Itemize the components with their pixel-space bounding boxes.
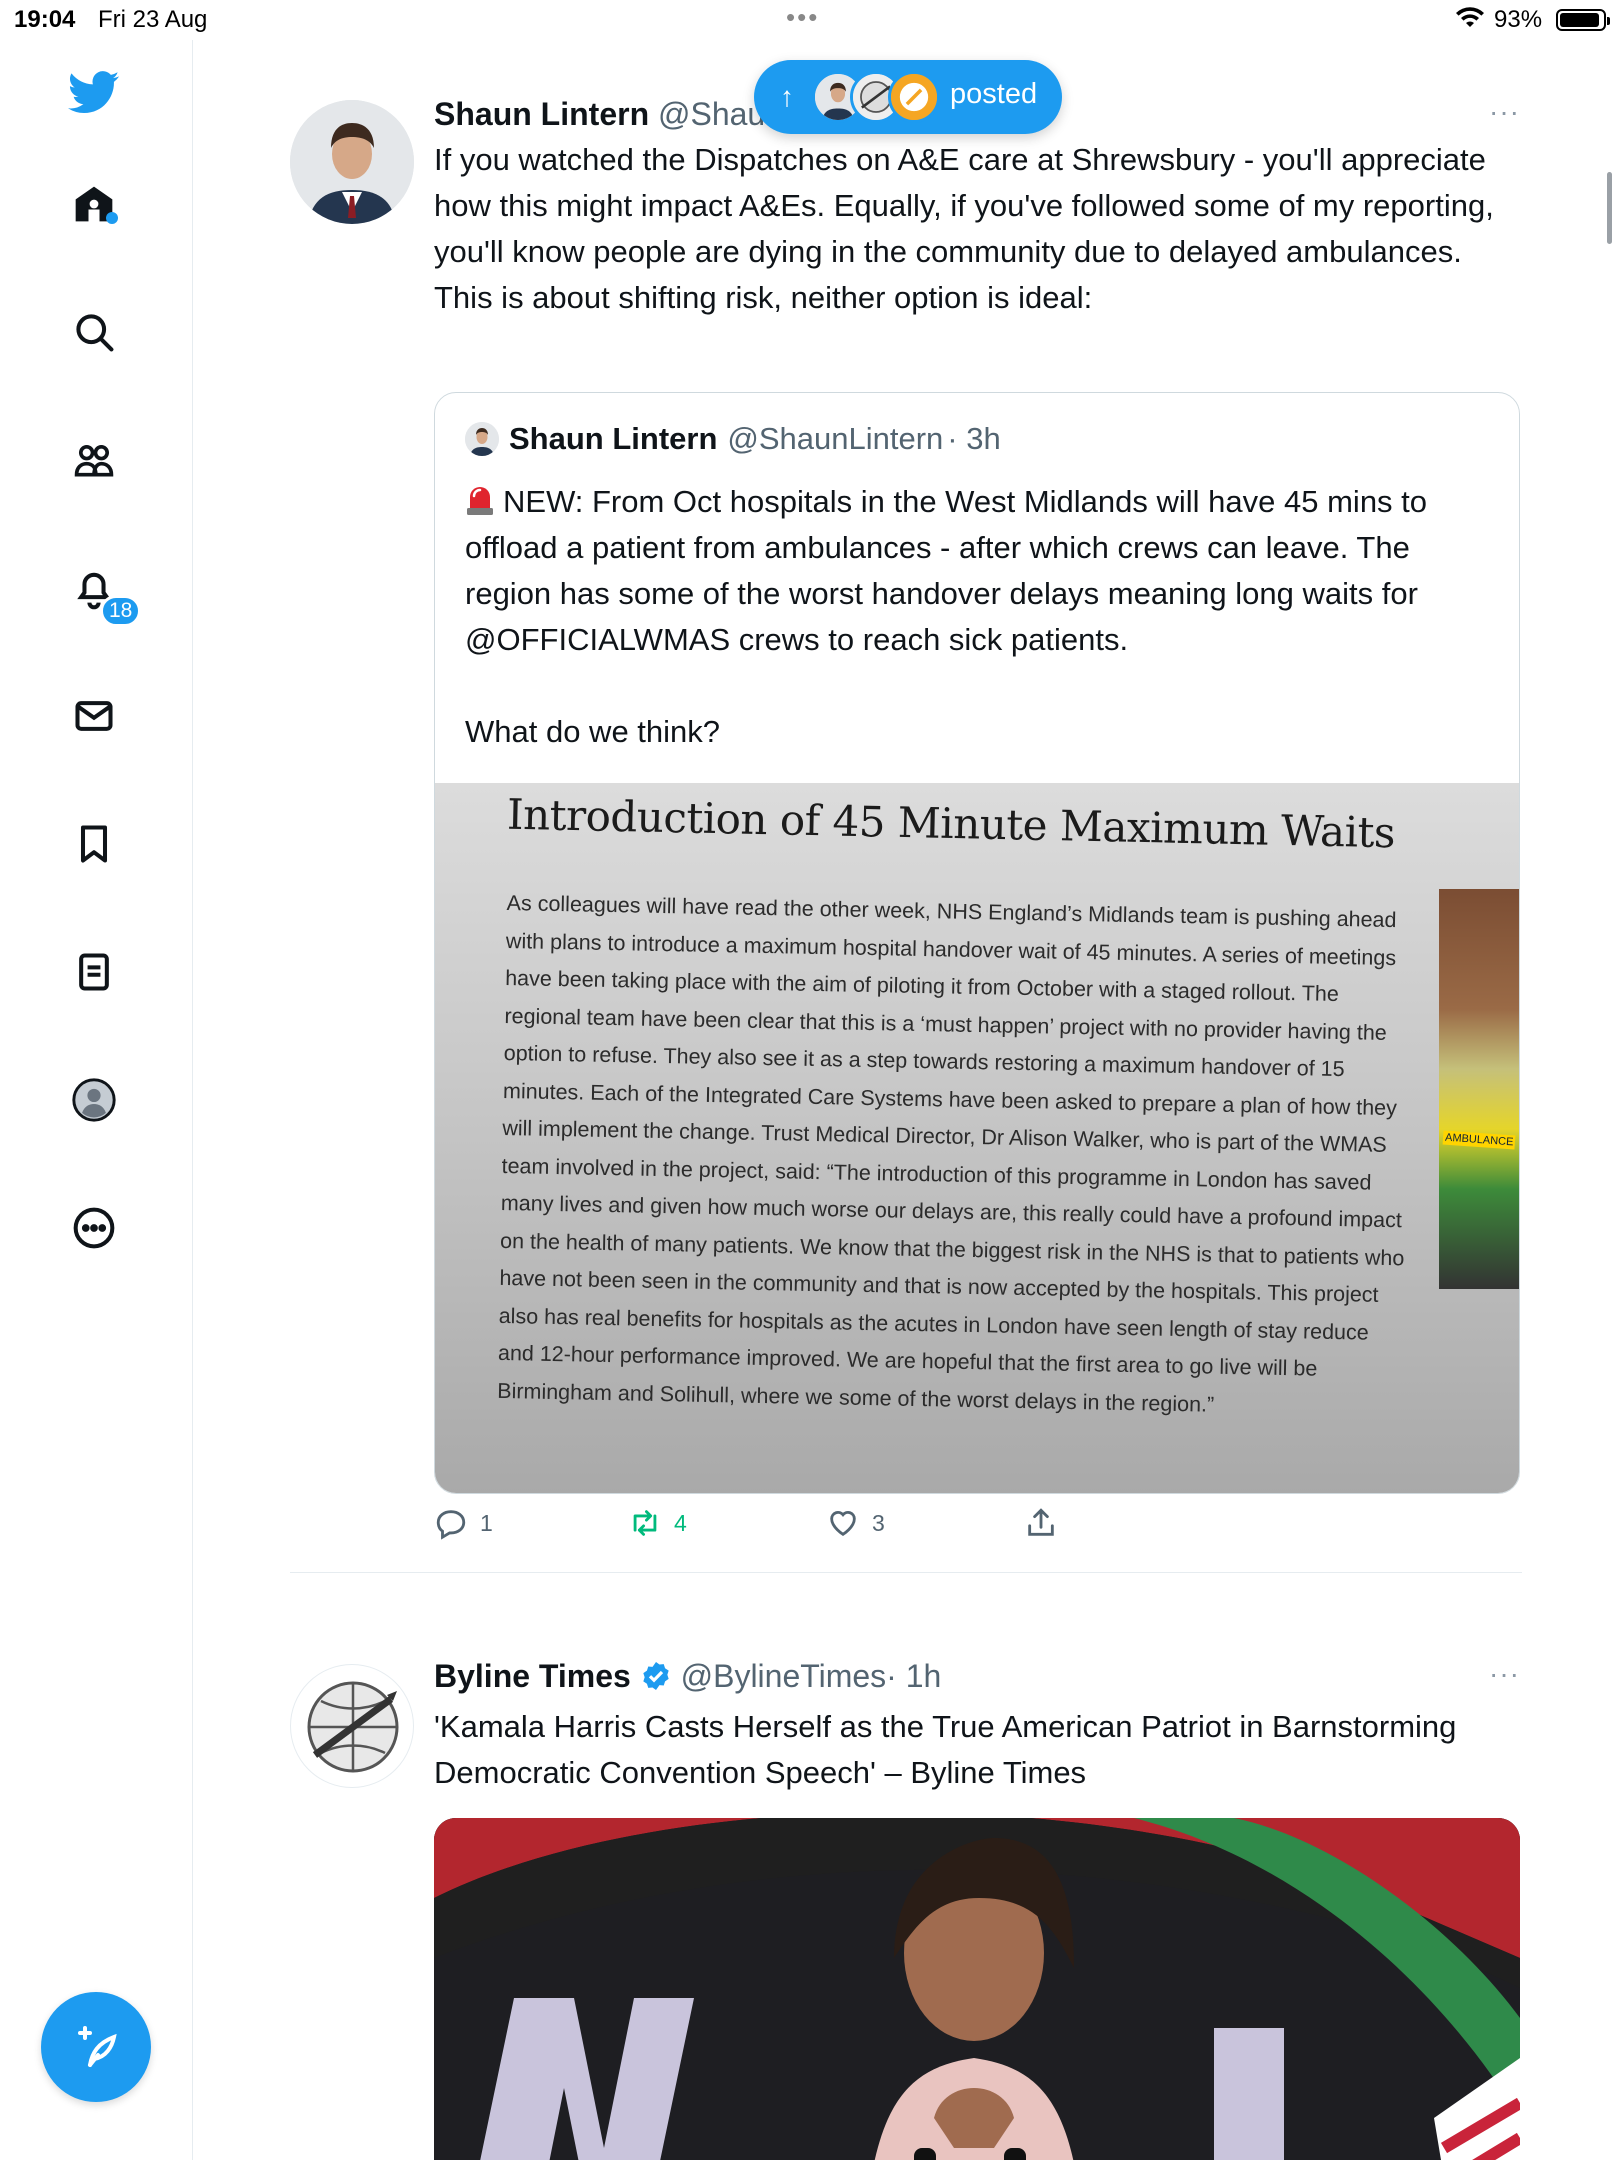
quoted-author-handle: @ShaunLintern	[727, 421, 944, 456]
twitter-logo-icon[interactable]	[66, 64, 122, 120]
more-options-icon[interactable]: ···	[1489, 1658, 1520, 1690]
multitasking-dots-icon[interactable]: •••	[786, 2, 819, 33]
tweet[interactable]: Shaun Lintern @Shau ··· If you watched t…	[290, 60, 1522, 1572]
home-unread-dot	[106, 212, 118, 224]
verified-badge-icon	[640, 1660, 672, 1700]
pill-avatar	[888, 71, 940, 123]
convention-photo	[434, 1818, 1520, 2160]
tweet-actions: 1 4 3	[434, 1506, 1134, 1546]
status-date: Fri 23 Aug	[98, 6, 208, 33]
author-name[interactable]: Byline Times	[434, 1658, 631, 1694]
quoted-tweet-image[interactable]: Introduction of 45 Minute Maximum Waits …	[435, 783, 1519, 1493]
author-handle[interactable]: @BylineTimes	[681, 1658, 887, 1694]
reply-icon	[436, 1510, 466, 1540]
search-icon[interactable]	[66, 304, 122, 360]
quoted-tweet-text: NEW: From Oct hospitals in the West Midl…	[465, 484, 1428, 657]
messages-icon[interactable]	[66, 688, 122, 744]
quoted-time: · 3h	[947, 421, 1001, 456]
status-time: 19:04	[14, 6, 76, 33]
retweet-button[interactable]: 4	[628, 1506, 687, 1540]
communities-icon[interactable]	[66, 432, 122, 488]
like-count: 3	[872, 1509, 885, 1536]
battery-percent: 93%	[1494, 6, 1543, 33]
sidebar-nav: 18	[0, 40, 193, 2160]
quoted-author-name: Shaun Lintern	[509, 421, 718, 456]
retweet-icon	[633, 1510, 657, 1536]
posted-label: posted	[950, 78, 1038, 110]
tweet-time[interactable]: · 1h	[886, 1658, 941, 1694]
battery-icon	[1556, 9, 1610, 31]
bookmarks-icon[interactable]	[66, 816, 122, 872]
author-handle[interactable]: @Shau	[658, 96, 765, 132]
avatar[interactable]	[290, 100, 414, 224]
heart-icon	[830, 1511, 856, 1537]
profile-icon[interactable]	[66, 1072, 122, 1128]
scrollbar[interactable]	[1607, 172, 1612, 244]
wifi-icon	[1455, 6, 1485, 37]
new-posts-pill[interactable]: ↑ posted	[754, 60, 1062, 134]
retweet-count: 4	[674, 1509, 687, 1536]
author-name[interactable]: Shaun Lintern	[434, 96, 649, 132]
arrow-up-icon: ↑	[780, 81, 794, 112]
ambulance-label: AMBULANCE	[1442, 1130, 1516, 1150]
compose-tweet-icon	[78, 2026, 117, 2067]
reply-count: 1	[480, 1509, 493, 1536]
tweet[interactable]: Byline Times @BylineTimes· 1h ··· 'Kamal…	[290, 1572, 1522, 2160]
tweet-text: 'Kamala Harris Casts Herself as the True…	[434, 1709, 1457, 1790]
lists-icon[interactable]	[66, 944, 122, 1000]
ambulance-photo: AMBULANCE	[1439, 889, 1519, 1289]
timeline-feed: Shaun Lintern @Shau ··· If you watched t…	[290, 60, 1522, 2160]
notifications-badge: 18	[100, 595, 142, 627]
more-icon[interactable]	[66, 1200, 122, 1256]
byline-times-logo-icon	[307, 1681, 399, 1773]
more-options-icon[interactable]: ···	[1489, 96, 1520, 128]
like-button[interactable]: 3	[826, 1506, 885, 1540]
document-title: Introduction of 45 Minute Maximum Waits	[506, 789, 1396, 858]
compose-tweet-button[interactable]	[41, 1992, 151, 2102]
quoted-tweet[interactable]: Shaun Lintern @ShaunLintern · 3h NEW: Fr…	[434, 392, 1520, 1494]
quoted-avatar	[465, 422, 499, 456]
avatar[interactable]	[290, 1664, 414, 1788]
share-icon	[1028, 1508, 1054, 1536]
share-button[interactable]	[1024, 1506, 1058, 1540]
quoted-tweet-text-2: What do we think?	[465, 714, 721, 749]
status-bar: 19:04 Fri 23 Aug ••• 93%	[0, 0, 1620, 40]
document-body: As colleagues will have read the other w…	[497, 890, 1405, 1417]
tweet-image[interactable]	[434, 1818, 1520, 2160]
siren-emoji-icon	[465, 482, 495, 516]
tweet-text: If you watched the Dispatches on A&E car…	[434, 142, 1494, 315]
reply-button[interactable]: 1	[434, 1506, 493, 1540]
